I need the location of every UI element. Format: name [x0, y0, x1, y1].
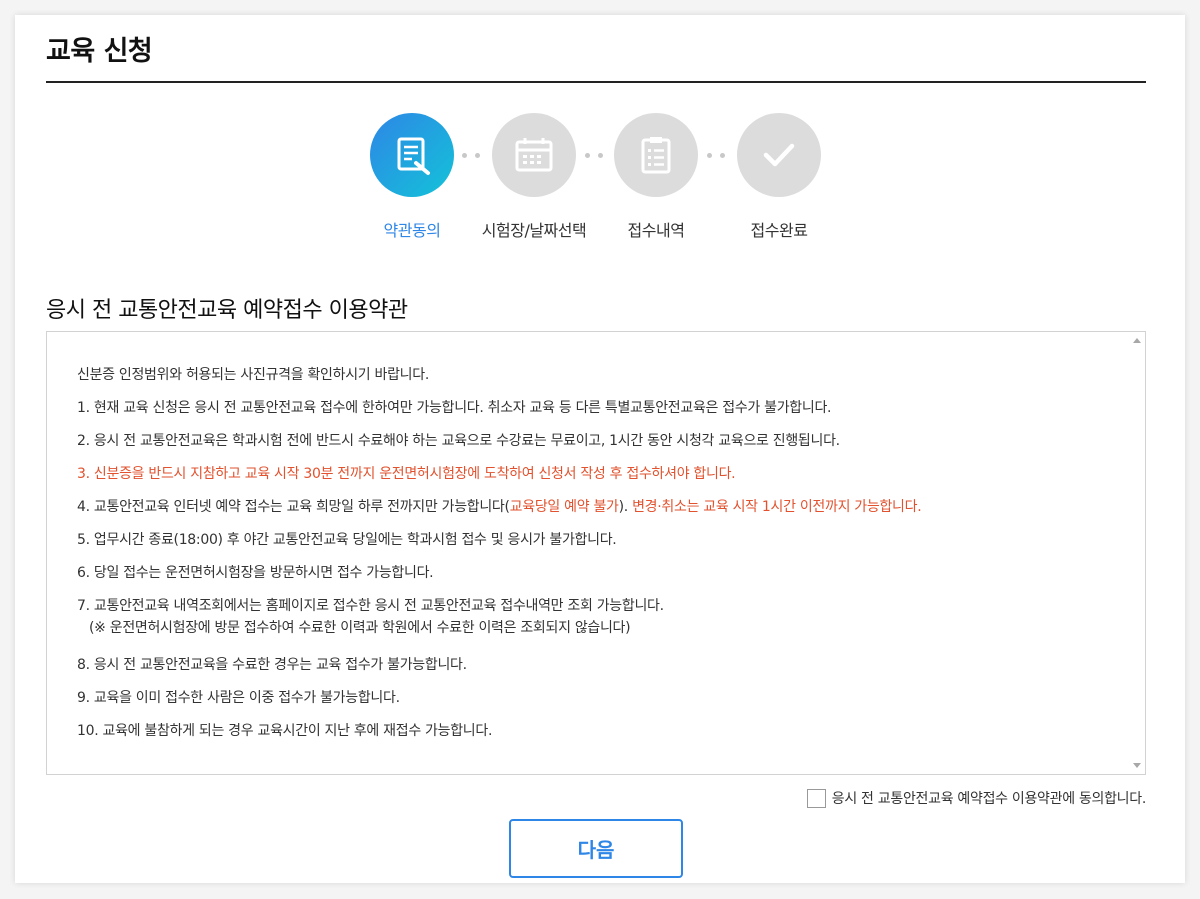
step-circle-4 — [737, 113, 821, 197]
title-divider — [46, 81, 1146, 83]
terms-item-8: 8. 응시 전 교통안전교육을 수료한 경우는 교육 접수가 불가능합니다. — [77, 657, 467, 673]
terms-item-4-close: ). — [618, 499, 633, 515]
terms-content: 신분증 인정범위와 허용되는 사진규격을 확인하시기 바랍니다. 1. 현재 교… — [77, 364, 1107, 753]
terms-item-6: 6. 당일 접수는 운전면허시험장을 방문하시면 접수 가능합니다. — [77, 565, 434, 581]
terms-item-7-text: 7. 교통안전교육 내역조회에서는 홈페이지로 접수한 응시 전 교통안전교육 … — [77, 598, 664, 614]
terms-scrollbar[interactable] — [1128, 332, 1145, 774]
scroll-up-arrow-icon[interactable] — [1133, 338, 1141, 343]
terms-item-7: 7. 교통안전교육 내역조회에서는 홈페이지로 접수한 응시 전 교통안전교육 … — [77, 595, 1107, 654]
step-circle-1 — [370, 113, 454, 197]
document-pen-icon — [397, 137, 430, 175]
terms-item-1: 1. 현재 교육 신청은 응시 전 교통안전교육 접수에 한하여만 가능합니다.… — [77, 400, 832, 416]
step-label-3: 접수내역 — [627, 221, 685, 240]
step-venue-date: 시험장/날짜선택 — [469, 113, 599, 241]
step-receipt-details: 접수내역 — [591, 113, 721, 241]
terms-item-3: 3. 신분증을 반드시 지참하고 교육 시작 30분 전까지 운전면허시험장에 … — [77, 466, 736, 482]
step-indicator: 약관동의 시험장/날짜선택 접수내역 접수완료 — [15, 113, 1185, 253]
terms-item-9: 9. 교육을 이미 접수한 사람은 이중 접수가 불가능합니다. — [77, 690, 400, 706]
terms-item-10: 10. 교육에 불참하게 되는 경우 교육시간이 지난 후에 재접수 가능합니다… — [77, 723, 493, 739]
step-label-4: 접수완료 — [750, 221, 808, 240]
terms-intro: 신분증 인정범위와 허용되는 사진규격을 확인하시기 바랍니다. — [77, 367, 429, 383]
agree-terms-row[interactable]: 응시 전 교통안전교육 예약접수 이용약관에 동의합니다. — [806, 788, 1147, 808]
page-title: 교육 신청 — [46, 36, 153, 67]
scroll-down-arrow-icon[interactable] — [1133, 763, 1141, 768]
step-circle-2 — [492, 113, 576, 197]
terms-item-7-note: (※ 운전면허시험장에 방문 접수하여 수료한 이력과 학원에서 수료한 이력은… — [89, 620, 631, 636]
step-terms-agreement: 약관동의 — [347, 113, 477, 241]
next-button[interactable]: 다음 — [509, 819, 683, 878]
step-circle-3 — [614, 113, 698, 197]
terms-item-5: 5. 업무시간 종료(18:00) 후 야간 교통안전교육 당일에는 학과시험 … — [77, 532, 617, 548]
agree-label: 응시 전 교통안전교육 예약접수 이용약관에 동의합니다. — [831, 791, 1147, 807]
terms-item-2: 2. 응시 전 교통안전교육은 학과시험 전에 반드시 수료해야 하는 교육으로… — [77, 433, 840, 449]
calendar-icon — [515, 138, 553, 172]
terms-item-4-text: 4. 교통안전교육 인터넷 예약 접수는 교육 희망일 하루 전까지만 가능합니… — [77, 499, 510, 515]
step-label-1: 약관동의 — [383, 221, 441, 240]
agree-checkbox[interactable] — [806, 788, 826, 808]
terms-scroll-box[interactable]: 신분증 인정범위와 허용되는 사진규격을 확인하시기 바랍니다. 1. 현재 교… — [46, 331, 1146, 775]
step-label-2: 시험장/날짜선택 — [481, 221, 587, 240]
terms-item-4: 4. 교통안전교육 인터넷 예약 접수는 교육 희망일 하루 전까지만 가능합니… — [77, 496, 1107, 529]
terms-item-4-highlight: 교육당일 예약 불가 — [509, 499, 619, 515]
clipboard-icon — [641, 137, 671, 174]
check-icon — [763, 143, 795, 167]
terms-item-4-warning: 변경·취소는 교육 시작 1시간 이전까지 가능합니다. — [632, 499, 922, 515]
terms-section-title: 응시 전 교통안전교육 예약접수 이용약관 — [46, 298, 408, 323]
step-complete: 접수완료 — [714, 113, 844, 241]
content-card: 교육 신청 약관동의 시험장/날짜선택 접수내역 접수완료 응시 전 교통안전교… — [15, 15, 1185, 883]
